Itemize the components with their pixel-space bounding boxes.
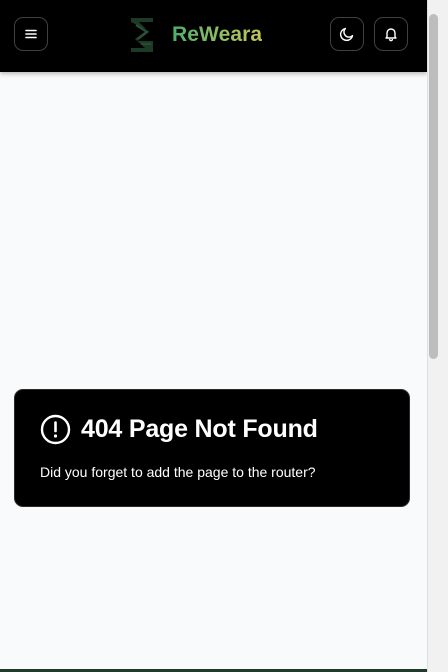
brand-logo-icon <box>131 18 153 52</box>
menu-button[interactable] <box>14 17 48 51</box>
scrollbar-thumb[interactable] <box>429 14 438 359</box>
error-title: 404 Page Not Found <box>81 415 318 443</box>
page-content: ReWeara 404 Page Not Found Did you forge… <box>0 0 427 672</box>
notifications-button[interactable] <box>374 17 408 51</box>
error-message: Did you forget to add the page to the ro… <box>40 464 316 480</box>
not-found-card: 404 Page Not Found Did you forget to add… <box>14 389 410 507</box>
top-navbar: ReWeara <box>0 0 427 72</box>
error-title-row: 404 Page Not Found <box>40 414 318 445</box>
moon-icon <box>339 27 354 42</box>
theme-toggle-button[interactable] <box>330 17 364 51</box>
brand-home-link[interactable]: ReWeara <box>127 15 262 55</box>
app-viewport: ReWeara 404 Page Not Found Did you forge… <box>0 0 448 672</box>
bell-icon <box>385 28 397 42</box>
vertical-scrollbar[interactable] <box>427 0 448 672</box>
brand-name: ReWeara <box>172 23 263 46</box>
exclamation-circle-icon <box>40 414 71 445</box>
hamburger-menu-icon <box>25 29 37 39</box>
scrollbar-track-border <box>427 0 428 672</box>
